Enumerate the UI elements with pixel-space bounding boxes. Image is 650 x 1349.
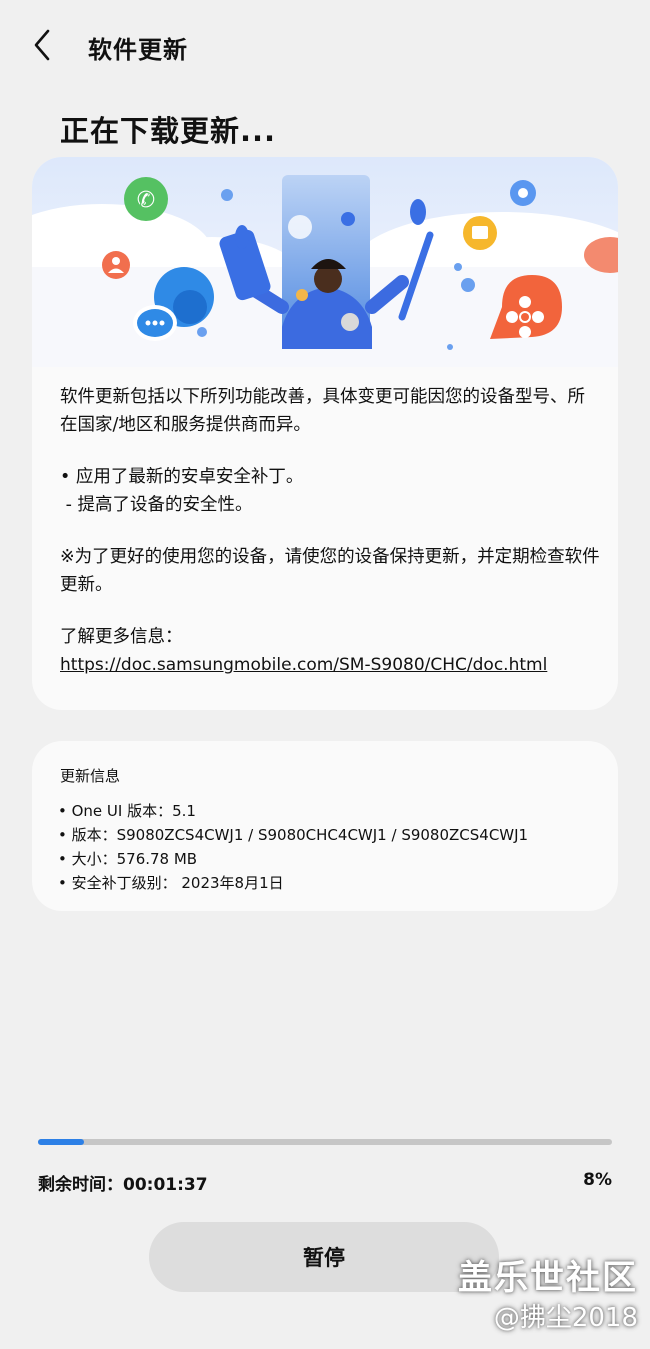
list-item-one-ui-version: • One UI 版本：5.1 bbox=[58, 802, 196, 820]
folder-icon bbox=[463, 216, 497, 250]
release-notes-note: ※为了更好的使用您的设备，请使您的设备保持更新，并定期检查软件更新。 bbox=[60, 547, 600, 595]
list-item-size: • 大小：576.78 MB bbox=[58, 850, 198, 868]
chevron-left-icon bbox=[34, 29, 50, 61]
page-title: 正在下载更新... bbox=[60, 114, 277, 148]
pause-button[interactable]: 暂停 bbox=[149, 1222, 499, 1292]
app-bar: 软件更新 bbox=[0, 0, 650, 92]
phone-bubble-icon: ✆ bbox=[124, 177, 168, 221]
release-notes-card: ✆ 软件更新包括以下所列功能改善，具体变更可能因您的设备型号、所在国家/地区和服… bbox=[32, 157, 618, 710]
release-notes-bullet: • 应用了最新的安卓安全补丁。 bbox=[60, 467, 304, 487]
update-info-card: 更新信息 • One UI 版本：5.1 • 版本：S9080ZCS4CWJ1 … bbox=[32, 741, 618, 911]
list-item-build-version: • 版本：S9080ZCS4CWJ1 / S9080CHC4CWJ1 / S90… bbox=[58, 826, 529, 844]
hero-illustration: ✆ bbox=[32, 157, 618, 367]
release-notes-sub-bullet: - 提高了设备的安全性。 bbox=[60, 495, 253, 515]
release-notes-intro: 软件更新包括以下所列功能改善，具体变更可能因您的设备型号、所在国家/地区和服务提… bbox=[60, 387, 585, 435]
svg-text:✆: ✆ bbox=[137, 188, 155, 213]
download-progress-fill bbox=[38, 1139, 84, 1145]
gear-icon bbox=[510, 180, 536, 206]
watermark-community: 盖乐世社区 bbox=[458, 1258, 638, 1298]
update-info-title: 更新信息 bbox=[60, 767, 121, 785]
download-progress-bar bbox=[38, 1139, 612, 1145]
back-button[interactable] bbox=[26, 24, 66, 68]
more-info-link[interactable]: https://doc.samsungmobile.com/SM-S9080/C… bbox=[60, 651, 600, 679]
watermark-author: @拂尘2018 bbox=[493, 1303, 638, 1333]
more-info-label: 了解更多信息： bbox=[60, 627, 183, 647]
remaining-time: 剩余时间：00:01:37 bbox=[38, 1175, 208, 1195]
progress-percent: 8% bbox=[583, 1170, 612, 1190]
list-item-security-patch: • 安全补丁级别： 2023年8月1日 bbox=[58, 874, 284, 892]
person-bubble-icon bbox=[102, 251, 130, 279]
app-bar-title: 软件更新 bbox=[88, 36, 188, 64]
release-notes-text: 软件更新包括以下所列功能改善，具体变更可能因您的设备型号、所在国家/地区和服务提… bbox=[60, 383, 600, 679]
update-info-list: • One UI 版本：5.1 • 版本：S9080ZCS4CWJ1 / S90… bbox=[58, 799, 528, 895]
